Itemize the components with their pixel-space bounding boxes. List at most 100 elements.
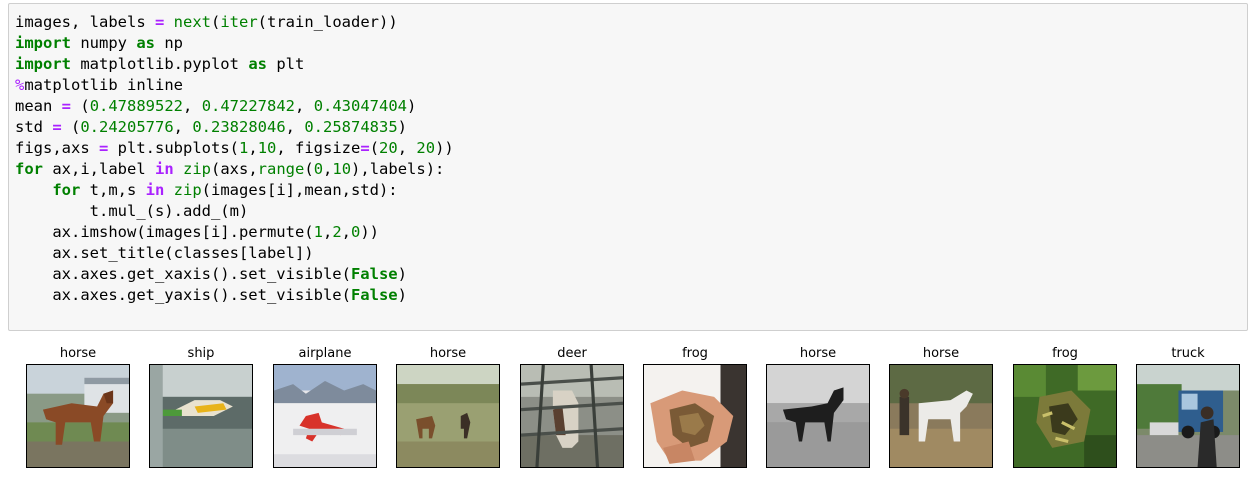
subplot-image <box>766 364 870 468</box>
code-token: figs,axs <box>15 139 99 157</box>
code-token: matplotlib inline <box>24 76 183 94</box>
code-token: )) <box>435 139 454 157</box>
subplot-image <box>1136 364 1240 468</box>
code-editor[interactable]: images, labels = next(iter(train_loader)… <box>15 12 454 306</box>
subplot-image <box>1013 364 1117 468</box>
code-token: for <box>52 181 81 199</box>
subplot-title: horse <box>429 346 467 361</box>
code-token: , figsize <box>276 139 361 157</box>
code-token: , <box>173 118 193 136</box>
code-line: mean = (0.47889522, 0.47227842, 0.430474… <box>15 96 454 117</box>
code-token: 0.24205776 <box>80 118 174 136</box>
code-token: ( <box>369 139 380 157</box>
code-token: ax.axes.get_yaxis().set_visible( <box>15 286 351 304</box>
subplot: horse <box>889 338 993 472</box>
code-token: next <box>173 13 211 31</box>
code-line: ax.set_title(classes[label]) <box>15 243 454 264</box>
code-line: import matplotlib.pyplot as plt <box>15 54 454 75</box>
code-line: images, labels = next(iter(train_loader)… <box>15 12 454 33</box>
code-line: ax.imshow(images[i].permute(1,2,0)) <box>15 222 454 243</box>
code-token: import <box>15 34 71 52</box>
code-token: ) <box>397 265 407 283</box>
code-token: mean <box>15 97 62 115</box>
subplot: airplane <box>273 338 377 472</box>
code-token: for <box>15 160 43 178</box>
code-token: (images[i],mean,std): <box>201 181 398 199</box>
code-token: , <box>183 97 202 115</box>
code-token: 20 <box>416 139 436 157</box>
code-token: 0.47889522 <box>89 97 184 115</box>
code-token: 1 <box>239 139 249 157</box>
code-token: ( <box>211 13 221 31</box>
code-token: as <box>248 55 267 73</box>
code-token: zip <box>183 160 211 178</box>
code-token: 0.43047404 <box>313 97 408 115</box>
code-token: plt <box>266 55 305 73</box>
code-token: , <box>397 139 417 157</box>
code-token: ( <box>61 118 81 136</box>
code-token: = <box>360 139 370 157</box>
code-line: std = (0.24205776, 0.23828046, 0.2587483… <box>15 117 454 138</box>
code-token: in <box>145 181 165 199</box>
code-token: 1 <box>313 223 323 241</box>
code-token: ax.imshow(images[i].permute( <box>15 223 314 241</box>
subplot-image <box>889 364 993 468</box>
code-token: , <box>341 223 351 241</box>
output-area: horse ship airplane horse deer frog hors… <box>8 338 1248 488</box>
code-token: ax,i,label <box>43 160 155 178</box>
code-cell[interactable]: images, labels = next(iter(train_loader)… <box>8 3 1248 331</box>
subplot: horse <box>396 338 500 472</box>
subplot: frog <box>1013 338 1117 472</box>
code-token: False <box>350 286 398 304</box>
code-token: in <box>154 160 174 178</box>
code-token: 2 <box>332 223 342 241</box>
subplot-image <box>520 364 624 468</box>
subplot-image <box>643 364 747 468</box>
code-token: ax.set_title(classes[label]) <box>15 244 314 262</box>
code-token: zip <box>173 181 202 199</box>
code-line: %matplotlib inline <box>15 75 454 96</box>
code-token: plt.subplots( <box>108 139 239 157</box>
code-token: = <box>99 139 109 157</box>
code-token: t,m,s <box>80 181 146 199</box>
code-token: ( <box>71 97 90 115</box>
subplot: horse <box>766 338 870 472</box>
code-token: ),labels): <box>351 160 445 178</box>
code-token: ax.axes.get_xaxis().set_visible( <box>15 265 351 283</box>
code-token: range <box>257 160 305 178</box>
code-line: ax.axes.get_yaxis().set_visible(False) <box>15 285 454 306</box>
code-token: numpy <box>71 34 137 52</box>
code-token: t.mul_(s).add_(m) <box>15 202 249 220</box>
code-token: = <box>61 97 72 115</box>
code-token: (train_loader)) <box>257 13 398 31</box>
code-token: ) <box>397 118 408 136</box>
code-token: 0.47227842 <box>201 97 296 115</box>
code-token: ) <box>407 97 417 115</box>
code-token: iter <box>220 13 258 31</box>
code-line: ax.axes.get_xaxis().set_visible(False) <box>15 264 454 285</box>
code-token: , <box>248 139 258 157</box>
code-token: 20 <box>379 139 398 157</box>
code-token: matplotlib.pyplot <box>71 55 249 73</box>
code-token: 10 <box>257 139 277 157</box>
subplot-title: horse <box>922 346 960 361</box>
code-token: np <box>155 34 183 52</box>
code-token: % <box>15 76 25 94</box>
subplot: ship <box>149 338 253 472</box>
code-token: = <box>52 118 62 136</box>
subplot: horse <box>26 338 130 472</box>
code-line: t.mul_(s).add_(m) <box>15 201 454 222</box>
code-line: for t,m,s in zip(images[i],mean,std): <box>15 180 454 201</box>
code-token: = <box>154 13 165 31</box>
code-token: , <box>322 223 333 241</box>
subplot: deer <box>520 338 624 472</box>
code-line: import numpy as np <box>15 33 454 54</box>
code-token: 0 <box>313 160 324 178</box>
subplot: truck <box>1136 338 1240 472</box>
code-token: as <box>136 34 155 52</box>
code-token: images, labels <box>15 13 155 31</box>
